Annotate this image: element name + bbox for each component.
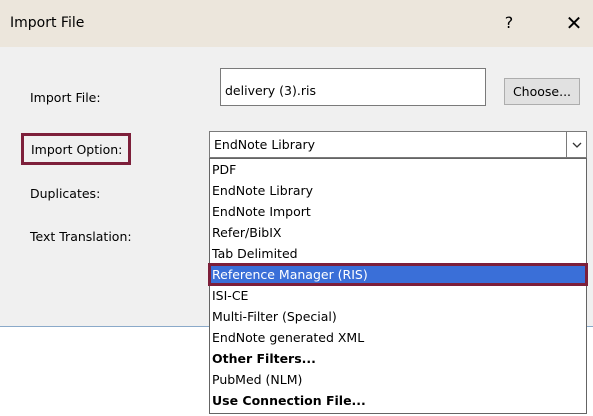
import-file-label: Import File: <box>30 90 101 105</box>
dropdown-option[interactable]: Other Filters... <box>210 349 586 368</box>
dropdown-option[interactable]: EndNote Library <box>210 181 586 200</box>
duplicates-label: Duplicates: <box>30 186 101 201</box>
window-title: Import File <box>10 15 85 31</box>
choose-button[interactable]: Choose... <box>504 78 580 105</box>
dropdown-option[interactable]: EndNote generated XML <box>210 328 586 347</box>
import-option-label: Import Option: <box>21 133 132 165</box>
dropdown-option[interactable]: Use Connection File... <box>210 391 586 410</box>
dropdown-option[interactable]: PubMed (NLM) <box>210 370 586 389</box>
help-button[interactable]: ? <box>496 10 522 36</box>
dropdown-option[interactable]: PDF <box>210 160 586 179</box>
title-bar: Import File ? ✕ <box>0 0 593 47</box>
import-file-input[interactable] <box>220 68 486 106</box>
dropdown-option[interactable]: EndNote Import <box>210 202 586 221</box>
text-translation-label: Text Translation: <box>30 229 132 244</box>
chevron-down-icon[interactable] <box>566 132 586 157</box>
import-option-dropdown-list: PDF EndNote Library EndNote Import Refer/Bi… <box>208 158 588 414</box>
dropdown-option[interactable]: Tab Delimited <box>210 244 586 263</box>
dropdown-option[interactable]: Multi-Filter (Special) <box>210 307 586 326</box>
import-option-value: EndNote Library <box>214 137 316 152</box>
import-option-select[interactable]: EndNote Library <box>209 131 587 158</box>
dropdown-option-selected[interactable]: Reference Manager (RIS) <box>208 263 588 286</box>
dropdown-option[interactable]: Refer/BibIX <box>210 223 586 242</box>
dropdown-option[interactable]: ISI-CE <box>210 286 586 305</box>
close-button[interactable]: ✕ <box>560 9 588 37</box>
